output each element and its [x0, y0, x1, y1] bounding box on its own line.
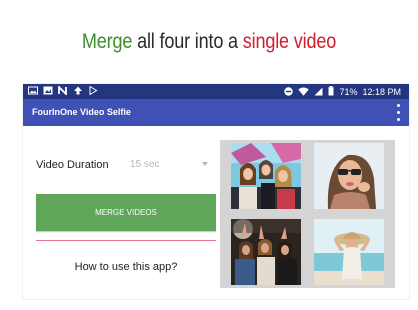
notification-icons — [28, 84, 98, 97]
clock: 12:18 PM — [362, 87, 401, 97]
app-bar: FourInOne Video Selfie — [23, 99, 409, 126]
n-icon — [58, 84, 68, 97]
app-title: FourInOne Video Selfie — [32, 107, 131, 117]
overflow-menu-icon[interactable] — [393, 104, 403, 121]
status-bar: 71% 12:18 PM — [23, 84, 409, 99]
battery-icon — [328, 86, 334, 99]
duration-selected-value: 15 sec — [130, 159, 160, 170]
video-duration-label: Video Duration — [36, 159, 109, 171]
dnd-icon — [284, 86, 294, 99]
beach-hat-thumbnail[interactable] — [314, 219, 384, 285]
headline-merge: Merge — [81, 30, 133, 53]
merge-videos-button[interactable]: MERGE VIDEOS — [36, 194, 216, 231]
duration-dropdown[interactable]: 15 sec — [130, 156, 210, 174]
how-to-use-link[interactable]: How to use this app? — [36, 261, 216, 273]
battery-percent: 71% — [339, 87, 358, 97]
wifi-icon — [298, 87, 310, 99]
phone-screen: 71% 12:18 PM FourInOne Video Selfie Vide… — [23, 84, 409, 299]
controls-panel: Video Duration 15 sec MERGE VIDEOS How t… — [23, 126, 219, 299]
image-icon — [43, 86, 53, 96]
concert-crowd-thumbnail[interactable] — [231, 219, 301, 285]
headline-middle: all four into a — [132, 30, 243, 53]
divider — [36, 240, 216, 241]
system-status: 71% 12:18 PM — [284, 86, 401, 99]
headline-single-video: single video — [242, 30, 337, 53]
woman-sunglasses-thumbnail[interactable] — [314, 143, 384, 209]
gallery-icon — [28, 86, 38, 96]
dropdown-caret-icon — [202, 162, 208, 166]
upload-icon — [73, 86, 83, 96]
friends-selfie-thumbnail[interactable] — [231, 143, 301, 209]
page: Merge all four into a single video 71% 1… — [0, 0, 418, 310]
video-grid — [220, 140, 395, 288]
promo-headline: Merge all four into a single video — [29, 30, 388, 54]
play-store-icon — [88, 85, 98, 96]
signal-icon — [314, 87, 323, 99]
